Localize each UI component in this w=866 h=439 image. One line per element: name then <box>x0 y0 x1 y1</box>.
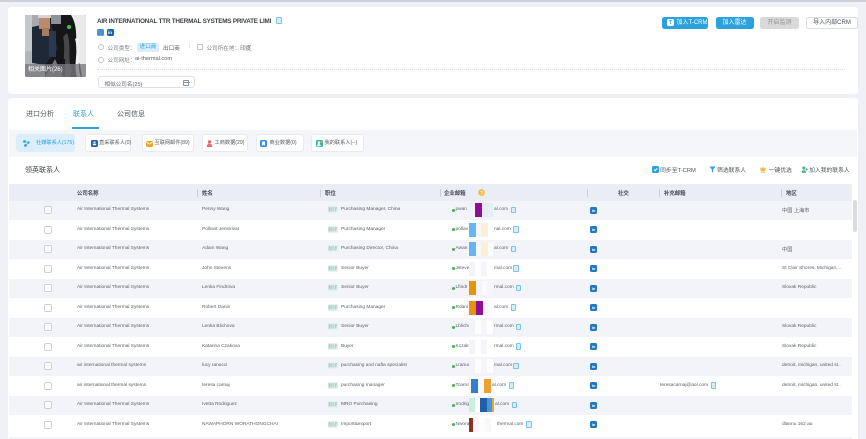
svg-text:?: ? <box>479 191 482 196</box>
